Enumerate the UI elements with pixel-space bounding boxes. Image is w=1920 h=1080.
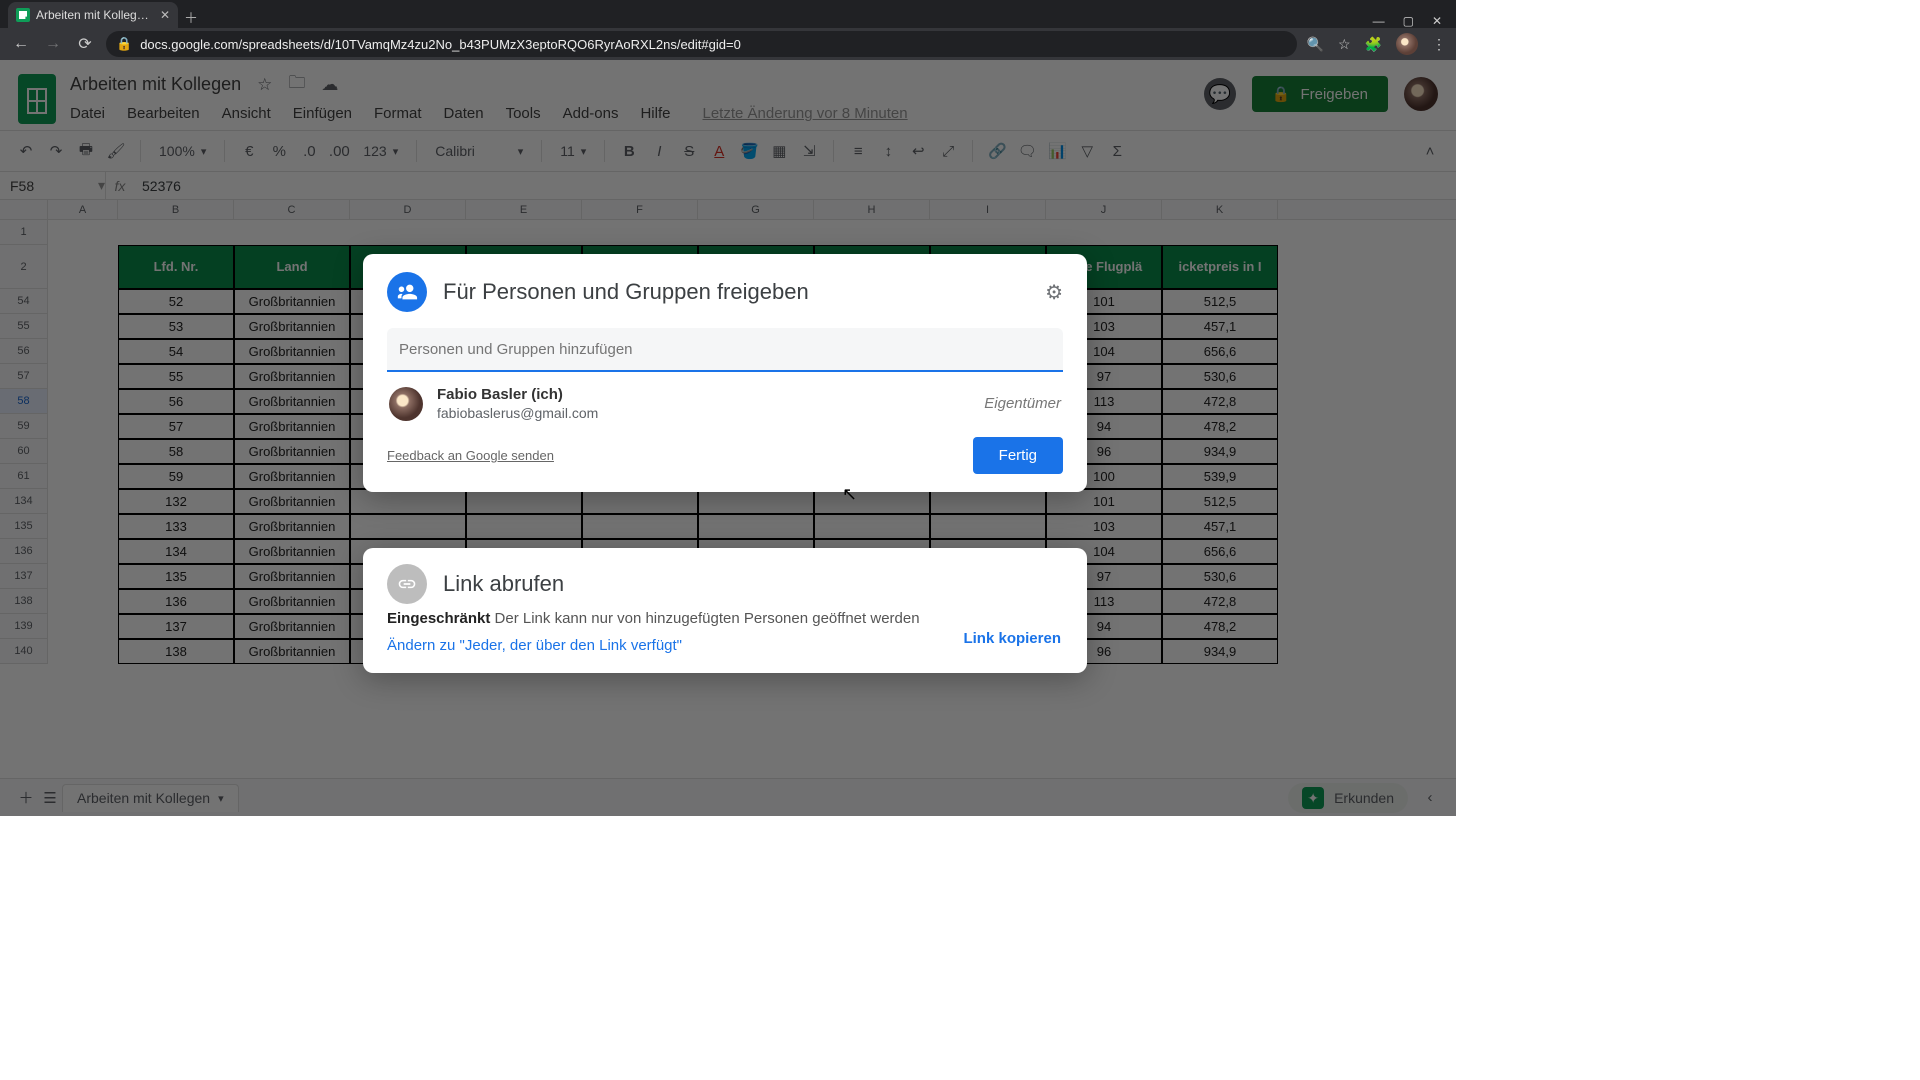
- star-icon[interactable]: ☆: [1338, 36, 1351, 53]
- zoom-icon[interactable]: 🔍: [1307, 36, 1324, 53]
- owner-name: Fabio Basler (ich): [437, 386, 598, 403]
- new-tab-button[interactable]: ＋: [178, 8, 204, 28]
- forward-icon[interactable]: →: [42, 35, 64, 53]
- browser-chrome: Arbeiten mit Kollegen - Google ✕ ＋ ― ▢ ✕…: [0, 0, 1456, 60]
- address-bar[interactable]: 🔒 docs.google.com/spreadsheets/d/10TVamq…: [106, 31, 1297, 57]
- extensions-icon[interactable]: 🧩: [1365, 36, 1382, 53]
- share-dialog-title: Für Personen und Gruppen freigeben: [443, 279, 809, 305]
- link-restriction-text: Eingeschränkt Der Link kann nur von hinz…: [387, 608, 947, 631]
- add-people-input[interactable]: [387, 328, 1063, 372]
- window-minimize-icon[interactable]: ―: [1373, 14, 1385, 28]
- owner-row: Fabio Basler (ich) fabiobaslerus@gmail.c…: [387, 372, 1063, 427]
- back-icon[interactable]: ←: [10, 35, 32, 53]
- share-dialog: Für Personen und Gruppen freigeben ⚙ Fab…: [363, 254, 1087, 492]
- reload-icon[interactable]: ⟳: [74, 34, 96, 54]
- window-close-icon[interactable]: ✕: [1432, 14, 1442, 28]
- tab-title: Arbeiten mit Kollegen - Google: [36, 8, 154, 22]
- link-icon: [387, 564, 427, 604]
- get-link-dialog: Link abrufen Eingeschränkt Der Link kann…: [363, 548, 1087, 673]
- done-button[interactable]: Fertig: [973, 437, 1063, 474]
- change-link-access[interactable]: Ändern zu "Jeder, der über den Link verf…: [387, 637, 682, 654]
- share-people-icon: [387, 272, 427, 312]
- sheets-favicon-icon: [16, 8, 30, 22]
- url-text: docs.google.com/spreadsheets/d/10TVamqMz…: [140, 37, 741, 52]
- lock-icon: 🔒: [116, 36, 132, 52]
- owner-role: Eigentümer: [984, 395, 1061, 412]
- owner-email: fabiobaslerus@gmail.com: [437, 405, 598, 421]
- profile-avatar-icon[interactable]: [1396, 33, 1418, 55]
- feedback-link[interactable]: Feedback an Google senden: [387, 448, 554, 463]
- window-maximize-icon[interactable]: ▢: [1403, 14, 1414, 28]
- owner-avatar-icon: [389, 387, 423, 421]
- browser-tab[interactable]: Arbeiten mit Kollegen - Google ✕: [8, 2, 178, 28]
- close-tab-icon[interactable]: ✕: [160, 8, 170, 22]
- share-settings-icon[interactable]: ⚙: [1045, 280, 1063, 305]
- menu-icon[interactable]: ⋮: [1432, 36, 1446, 53]
- copy-link-button[interactable]: Link kopieren: [963, 630, 1061, 647]
- link-dialog-title: Link abrufen: [443, 571, 564, 597]
